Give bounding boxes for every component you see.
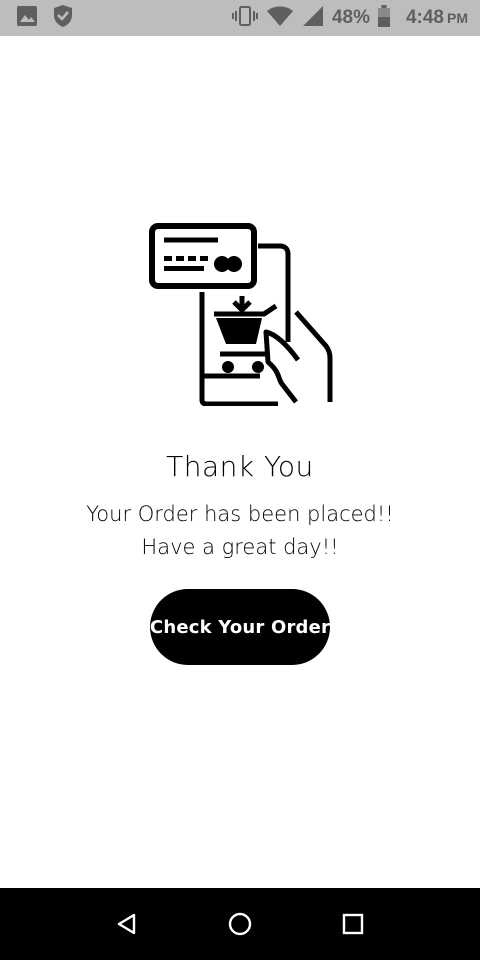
back-button[interactable] xyxy=(107,904,147,944)
home-icon xyxy=(228,912,252,936)
signal-icon xyxy=(302,5,324,31)
navigation-bar xyxy=(0,888,480,960)
great-day-text: Have a great day!! xyxy=(141,535,339,559)
status-bar: 48% 4:48 PM xyxy=(0,0,480,36)
check-your-order-button[interactable]: Check Your Order xyxy=(150,589,330,665)
order-confirmation-screen: Thank You Your Order has been placed!! H… xyxy=(0,36,480,888)
clock-ampm: PM xyxy=(447,10,468,26)
shield-icon xyxy=(52,4,74,32)
vibrate-icon xyxy=(231,5,258,31)
image-icon xyxy=(16,5,38,31)
recents-icon xyxy=(343,913,364,935)
back-icon xyxy=(117,913,135,935)
battery-icon xyxy=(377,5,390,31)
order-message: Your Order has been placed!! Have a grea… xyxy=(0,498,480,564)
mobile-payment-cart-icon xyxy=(148,222,334,407)
recents-button[interactable] xyxy=(333,904,373,944)
battery-percent: 48% xyxy=(331,7,370,28)
home-button[interactable] xyxy=(220,904,260,944)
clock: 4:48 PM xyxy=(406,7,468,29)
clock-time: 4:48 xyxy=(405,7,444,28)
thank-you-title: Thank You xyxy=(166,450,314,483)
status-right: 48% 4:48 PM xyxy=(224,5,468,31)
status-left xyxy=(16,4,88,32)
order-placed-text: Your Order has been placed!! xyxy=(86,502,394,526)
wifi-icon xyxy=(266,5,294,31)
